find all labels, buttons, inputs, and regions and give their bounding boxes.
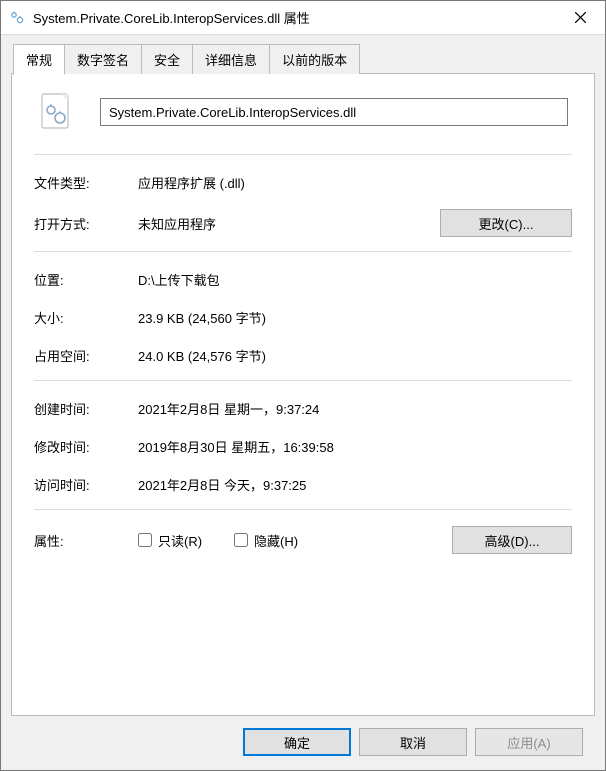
readonly-checkbox[interactable]: 只读(R) [138, 531, 202, 550]
separator [34, 509, 572, 510]
hidden-checkbox-label: 隐藏(H) [254, 531, 298, 550]
separator [34, 154, 572, 155]
tab-details[interactable]: 详细信息 [192, 44, 270, 74]
app-icon [9, 10, 25, 26]
sizeondisk-label: 占用空间: [34, 346, 138, 365]
filename-input[interactable] [100, 98, 568, 126]
advanced-button[interactable]: 高级(D)... [452, 526, 572, 554]
location-value: D:\上传下载包 [138, 270, 572, 289]
cancel-button[interactable]: 取消 [359, 728, 467, 756]
dialog-body: 常规 数字签名 安全 详细信息 以前的版本 [1, 35, 605, 770]
size-value: 23.9 KB (24,560 字节) [138, 308, 572, 327]
sizeondisk-value: 24.0 KB (24,576 字节) [138, 346, 572, 365]
tab-panel-general: 文件类型: 应用程序扩展 (.dll) 打开方式: 未知应用程序 更改(C)..… [11, 73, 595, 716]
readonly-checkbox-input[interactable] [138, 533, 152, 547]
size-label: 大小: [34, 308, 138, 327]
change-button[interactable]: 更改(C)... [440, 209, 572, 237]
openwith-value: 未知应用程序 [138, 214, 440, 233]
accessed-value: 2021年2月8日 今天，9:37:25 [138, 475, 572, 494]
tab-general[interactable]: 常规 [13, 44, 65, 75]
separator [34, 380, 572, 381]
tab-security[interactable]: 安全 [141, 44, 193, 74]
readonly-checkbox-label: 只读(R) [158, 531, 202, 550]
ok-button[interactable]: 确定 [243, 728, 351, 756]
modified-value: 2019年8月30日 星期五，16:39:58 [138, 437, 572, 456]
dialog-footer: 确定 取消 应用(A) [11, 716, 595, 770]
tab-signatures[interactable]: 数字签名 [64, 44, 142, 74]
hidden-checkbox-input[interactable] [234, 533, 248, 547]
location-label: 位置: [34, 270, 138, 289]
window-title: System.Private.CoreLib.InteropServices.d… [33, 8, 557, 27]
filetype-value: 应用程序扩展 (.dll) [138, 173, 572, 192]
tabstrip: 常规 数字签名 安全 详细信息 以前的版本 [13, 43, 595, 74]
separator [34, 251, 572, 252]
modified-label: 修改时间: [34, 437, 138, 456]
created-label: 创建时间: [34, 399, 138, 418]
close-button[interactable] [557, 2, 603, 34]
attributes-label: 属性: [34, 531, 138, 550]
filetype-label: 文件类型: [34, 173, 138, 192]
apply-button: 应用(A) [475, 728, 583, 756]
titlebar: System.Private.CoreLib.InteropServices.d… [1, 1, 605, 35]
file-icon [36, 92, 76, 132]
created-value: 2021年2月8日 星期一，9:37:24 [138, 399, 572, 418]
accessed-label: 访问时间: [34, 475, 138, 494]
hidden-checkbox[interactable]: 隐藏(H) [234, 531, 298, 550]
tab-previous[interactable]: 以前的版本 [269, 44, 360, 74]
openwith-label: 打开方式: [34, 214, 138, 233]
properties-dialog: System.Private.CoreLib.InteropServices.d… [0, 0, 606, 771]
